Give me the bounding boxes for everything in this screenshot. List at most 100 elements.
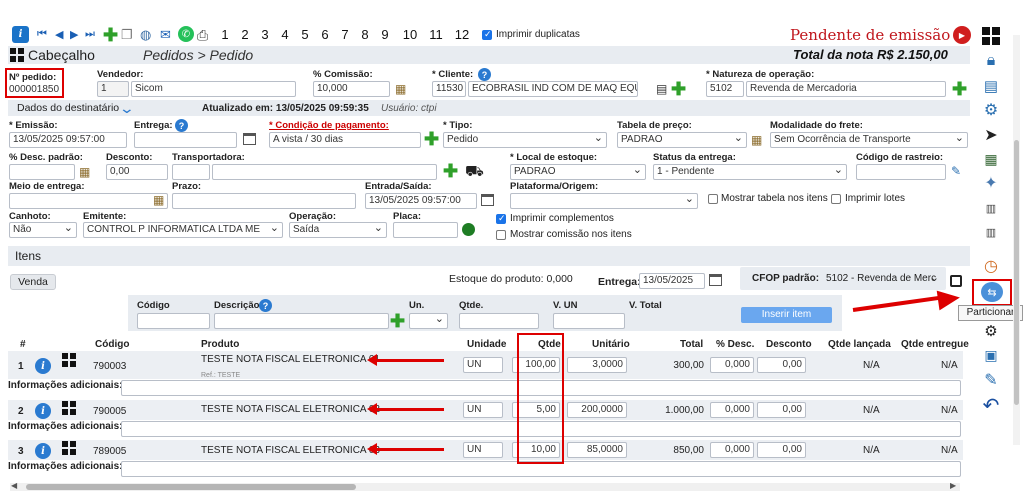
discount-std-field[interactable] bbox=[9, 164, 75, 180]
issuer-select[interactable]: CONTROL P INFORMATICA LTDA ME bbox=[83, 222, 283, 238]
stub-select[interactable]: Não bbox=[9, 222, 77, 238]
nature-name-field[interactable]: Revenda de Mercadoria bbox=[746, 81, 946, 97]
video-icon[interactable]: ▶ bbox=[953, 26, 971, 44]
globe-icon[interactable]: ◍ bbox=[140, 27, 151, 43]
clock-icon[interactable]: ◷ bbox=[977, 255, 1005, 277]
user-report-icon[interactable]: ▣ bbox=[977, 344, 1005, 366]
carrier-name-field[interactable] bbox=[212, 164, 437, 180]
entry-qty-field[interactable] bbox=[459, 313, 539, 329]
commission-field[interactable]: 10,000 bbox=[313, 81, 390, 97]
page-3-button[interactable]: 3 bbox=[256, 26, 274, 44]
printer-icon[interactable]: ⎙ bbox=[197, 27, 208, 44]
type-select[interactable]: Pedido bbox=[443, 132, 607, 148]
back-arrow-icon[interactable]: ↶ bbox=[977, 394, 1005, 417]
email-icon[interactable]: ✉ bbox=[160, 27, 171, 43]
apps-grid-icon[interactable] bbox=[977, 25, 1005, 47]
edit-document-icon[interactable]: ✎ bbox=[977, 369, 1005, 391]
tracking-edit-icon[interactable]: ✎ bbox=[951, 164, 961, 178]
term-field[interactable] bbox=[172, 193, 356, 209]
seller-code-field[interactable]: 1 bbox=[97, 81, 129, 97]
entry-unit-select[interactable] bbox=[409, 313, 448, 329]
client-book-icon[interactable]: ▤ bbox=[656, 82, 667, 96]
delivery-help-icon[interactable]: ? bbox=[175, 119, 188, 132]
calendar-icon[interactable] bbox=[243, 133, 256, 145]
row-2-disc[interactable]: 0,00 bbox=[757, 402, 806, 418]
cfop-select[interactable]: 5102 - Revenda de Merc bbox=[826, 273, 942, 284]
page-1-button[interactable]: 1 bbox=[216, 26, 234, 44]
expand-icon[interactable] bbox=[950, 275, 962, 287]
truck-icon[interactable]: ⛟ bbox=[465, 163, 484, 182]
page-5-button[interactable]: 5 bbox=[296, 26, 314, 44]
show-commission-checkbox[interactable] bbox=[496, 230, 506, 240]
payment-field[interactable]: A vista / 30 dias bbox=[269, 132, 421, 148]
row-1-disc[interactable]: 0,00 bbox=[757, 357, 806, 373]
row-3-unit-price[interactable]: 85,0000 bbox=[567, 442, 627, 458]
delivery-means-icon[interactable]: ▦ bbox=[153, 193, 164, 207]
discount-field[interactable]: 0,00 bbox=[106, 164, 168, 180]
send-icon[interactable]: ➤ bbox=[977, 124, 1005, 146]
row-2-unit[interactable]: UN bbox=[463, 402, 503, 418]
row-3-grid-icon[interactable] bbox=[62, 441, 76, 455]
horizontal-scrollbar-thumb[interactable] bbox=[26, 484, 356, 490]
client-code-field[interactable]: 11530 bbox=[432, 81, 466, 97]
platform-select[interactable] bbox=[510, 193, 698, 209]
entry-exit-calendar-icon[interactable] bbox=[481, 194, 494, 206]
barcode-icon[interactable]: ▥ bbox=[977, 197, 1005, 219]
row-3-disc[interactable]: 0,00 bbox=[757, 442, 806, 458]
row-3-disc-pct[interactable]: 0,000 bbox=[710, 442, 754, 458]
scroll-right-icon[interactable]: ▶ bbox=[950, 481, 956, 490]
insert-item-button[interactable]: Inserir item bbox=[741, 307, 832, 323]
page-2-button[interactable]: 2 bbox=[236, 26, 254, 44]
price-calculator-icon[interactable]: ▦ bbox=[751, 133, 762, 147]
client-name-field[interactable]: ECOBRASIL IND COM DE MAQ EQUIP L bbox=[468, 81, 638, 97]
previous-record-icon[interactable]: ◀ bbox=[55, 28, 63, 41]
add-client-icon[interactable]: ✚ bbox=[671, 80, 686, 98]
add-icon[interactable]: ✚ bbox=[103, 26, 118, 44]
page-9-button[interactable]: 9 bbox=[375, 26, 395, 44]
add-nature-icon[interactable]: ✚ bbox=[952, 80, 967, 98]
page-4-button[interactable]: 4 bbox=[276, 26, 294, 44]
page-11-button[interactable]: 11 bbox=[425, 26, 447, 44]
row-1-unit-price[interactable]: 3,0000 bbox=[567, 357, 627, 373]
network-icon[interactable]: ▦ bbox=[977, 148, 1005, 170]
page-7-button[interactable]: 7 bbox=[336, 26, 354, 44]
last-record-icon[interactable]: ⏭ bbox=[85, 28, 95, 41]
delivery-field[interactable] bbox=[134, 132, 237, 148]
row-2-info-icon[interactable]: i bbox=[35, 403, 51, 419]
page-10-button[interactable]: 10 bbox=[399, 26, 421, 44]
vertical-scrollbar-thumb[interactable] bbox=[1014, 140, 1019, 405]
delivery-status-select[interactable]: 1 - Pendente bbox=[653, 164, 847, 180]
show-items-table-checkbox[interactable] bbox=[708, 194, 718, 204]
client-help-icon[interactable]: ? bbox=[478, 68, 491, 81]
settings-icon[interactable]: ⚙ bbox=[977, 99, 1005, 121]
print-batches-checkbox[interactable] bbox=[831, 194, 841, 204]
items-delivery-field[interactable]: 13/05/2025 bbox=[639, 273, 705, 289]
satellite-icon[interactable]: ✦ bbox=[977, 172, 1005, 194]
plate-field[interactable] bbox=[393, 222, 458, 238]
nature-code-field[interactable]: 5102 bbox=[706, 81, 744, 97]
barcode-2-icon[interactable]: ▥ bbox=[977, 221, 1005, 243]
freight-select[interactable]: Sem Ocorrência de Transporte bbox=[770, 132, 968, 148]
page-8-button[interactable]: 8 bbox=[356, 26, 374, 44]
row-1-unit[interactable]: UN bbox=[463, 357, 503, 373]
carrier-code-field[interactable] bbox=[172, 164, 210, 180]
row-1-disc-pct[interactable]: 0,000 bbox=[710, 357, 754, 373]
chevron-down-icon[interactable]: ⌄ bbox=[119, 100, 135, 117]
price-table-select[interactable]: PADRAO bbox=[617, 132, 747, 148]
page-6-button[interactable]: 6 bbox=[316, 26, 334, 44]
row-2-unit-price[interactable]: 200,0000 bbox=[567, 402, 627, 418]
print-duplicates-checkbox[interactable] bbox=[482, 29, 492, 40]
operation-select[interactable]: Saída bbox=[289, 222, 387, 238]
discount-calculator-icon[interactable]: ▦ bbox=[79, 165, 90, 179]
sale-button[interactable]: Venda bbox=[10, 274, 56, 290]
tracking-field[interactable] bbox=[856, 164, 946, 180]
next-record-icon[interactable]: ▶ bbox=[70, 28, 78, 41]
partition-icon[interactable]: ⇆ bbox=[981, 282, 1003, 302]
info-icon[interactable]: i bbox=[12, 26, 29, 43]
row-2-disc-pct[interactable]: 0,000 bbox=[710, 402, 754, 418]
stock-select[interactable]: PADRAO bbox=[510, 164, 646, 180]
description-help-icon[interactable]: ? bbox=[259, 299, 272, 312]
settings-2-icon[interactable]: ⚙ bbox=[977, 320, 1005, 342]
entry-exit-field[interactable]: 13/05/2025 09:57:00 bbox=[365, 193, 477, 209]
add-carrier-icon[interactable]: ✚ bbox=[443, 162, 458, 180]
